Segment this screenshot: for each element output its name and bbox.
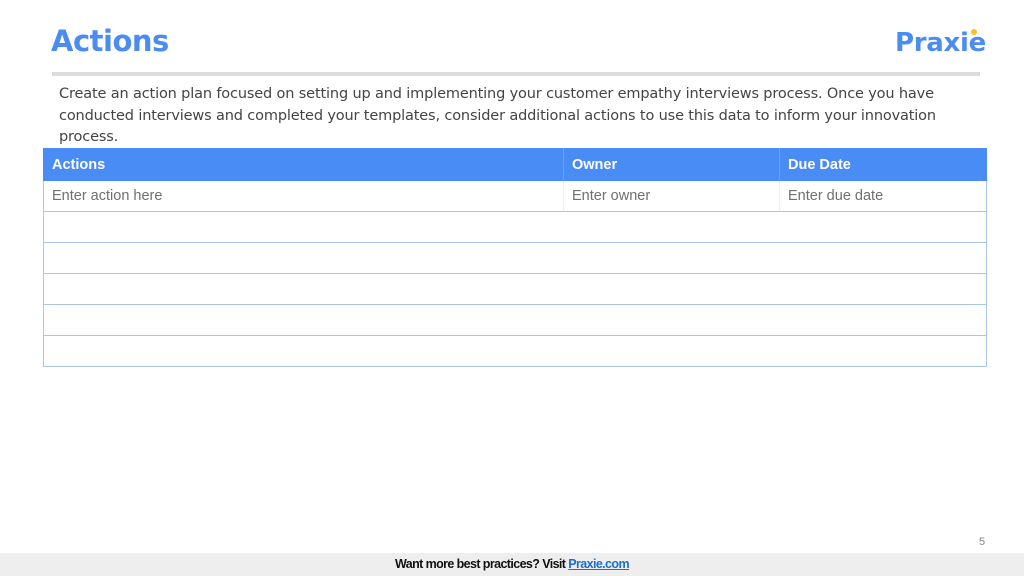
logo-dot-icon — [970, 29, 977, 35]
owner-cell[interactable] — [563, 211, 780, 243]
owner-cell[interactable]: Enter owner — [563, 180, 780, 212]
owner-cell[interactable] — [563, 304, 780, 336]
owner-cell[interactable] — [563, 335, 780, 367]
table-row — [43, 335, 987, 367]
table-row — [43, 211, 987, 243]
action-cell[interactable] — [43, 242, 564, 274]
page-number: 5 — [979, 536, 986, 548]
due-date-cell[interactable]: Enter due date — [779, 180, 987, 212]
footer-text: Want more best practices? Visit — [395, 557, 569, 571]
actions-table: Actions Owner Due Date Enter action here… — [43, 148, 987, 367]
due-date-cell[interactable] — [779, 242, 987, 274]
due-date-cell[interactable] — [779, 273, 987, 305]
action-cell[interactable] — [43, 335, 564, 367]
column-header-actions: Actions — [43, 148, 564, 181]
column-header-owner: Owner — [563, 148, 780, 181]
due-date-cell[interactable] — [779, 335, 987, 367]
action-cell[interactable] — [43, 273, 564, 305]
owner-cell[interactable] — [563, 242, 780, 274]
action-cell[interactable]: Enter action here — [43, 180, 564, 212]
page-title: Actions — [51, 24, 169, 58]
action-cell[interactable] — [43, 304, 564, 336]
table-row — [43, 273, 987, 305]
column-header-due-date: Due Date — [779, 148, 987, 181]
praxie-logo[interactable]: Praxie — [895, 28, 986, 58]
table-row — [43, 304, 987, 336]
table-header-row: Actions Owner Due Date — [43, 148, 987, 181]
praxie-link[interactable]: Praxie.com — [568, 557, 629, 571]
description-text: Create an action plan focused on setting… — [59, 86, 936, 145]
table-row — [43, 242, 987, 274]
footer-bar: Want more best practices? Visit Praxie.c… — [0, 553, 1024, 576]
due-date-cell[interactable] — [779, 304, 987, 336]
action-cell[interactable] — [43, 211, 564, 243]
title-divider — [52, 72, 980, 76]
due-date-cell[interactable] — [779, 211, 987, 243]
owner-cell[interactable] — [563, 273, 780, 305]
table-row: Enter action here Enter owner Enter due … — [43, 180, 987, 212]
